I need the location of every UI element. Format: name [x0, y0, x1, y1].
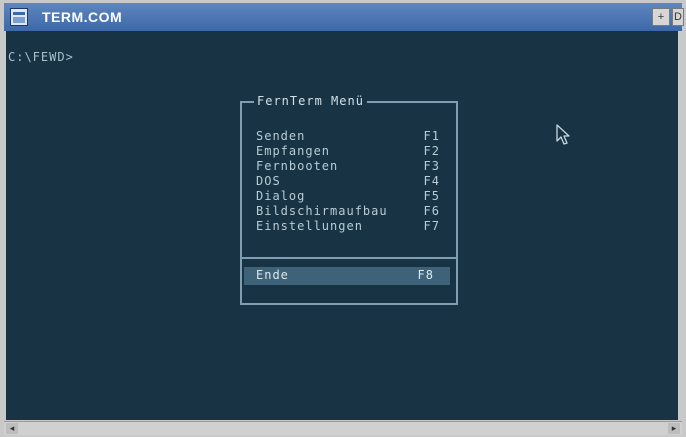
menu-item-label: Einstellungen — [256, 219, 363, 233]
menu-item-key: F5 — [423, 189, 440, 203]
menu-divider — [242, 257, 456, 259]
menu-item-fernbooten[interactable]: Fernbooten F3 — [256, 159, 446, 175]
app-window-icon[interactable] — [10, 8, 28, 26]
menu-item-empfangen[interactable]: Empfangen F2 — [256, 144, 446, 160]
menu-item-key: F1 — [423, 129, 440, 143]
menu-item-label: Fernbooten — [256, 159, 339, 173]
terminal-window: TERM.COM + D C:\FEWD> FernTerm Menü Send… — [0, 0, 686, 437]
menu-item-label: Empfangen — [256, 144, 331, 158]
terminal-screen[interactable]: C:\FEWD> FernTerm Menü Senden F1 Empfang… — [6, 31, 678, 420]
scroll-left-icon[interactable]: ◂ — [6, 423, 18, 434]
window-button-plus[interactable]: + — [652, 8, 670, 26]
menu-item-key: F8 — [417, 268, 434, 282]
mouse-pointer-icon — [556, 124, 570, 145]
menu-item-einstellungen[interactable]: Einstellungen F7 — [256, 219, 446, 235]
menu-item-dos[interactable]: DOS F4 — [256, 174, 446, 190]
title-bar[interactable]: TERM.COM + D — [4, 3, 684, 31]
scroll-right-icon[interactable]: ▸ — [668, 423, 680, 434]
menu-item-label: Ende — [256, 268, 289, 282]
menu-item-bildschirmaufbau[interactable]: Bildschirmaufbau F6 — [256, 204, 446, 220]
dos-prompt: C:\FEWD> — [8, 50, 74, 64]
menu-item-dialog[interactable]: Dialog F5 — [256, 189, 446, 205]
menu-item-ende[interactable]: Ende F8 — [244, 267, 450, 285]
window-button-d[interactable]: D — [672, 8, 684, 26]
menu-item-label: Bildschirmaufbau — [256, 204, 388, 218]
menu-title: FernTerm Menü — [254, 94, 367, 108]
menu-item-senden[interactable]: Senden F1 — [256, 129, 446, 145]
menu-item-key: F3 — [423, 159, 440, 173]
horizontal-scrollbar[interactable]: ◂ ▸ — [4, 421, 682, 435]
menu-item-label: Dialog — [256, 189, 306, 203]
menu-item-key: F2 — [423, 144, 440, 158]
menu-item-key: F6 — [423, 204, 440, 218]
menu-item-label: Senden — [256, 129, 306, 143]
menu-item-key: F7 — [423, 219, 440, 233]
menu-item-key: F4 — [423, 174, 440, 188]
fernterm-menu: FernTerm Menü Senden F1 Empfangen F2 Fer… — [240, 94, 458, 305]
menu-item-label: DOS — [256, 174, 281, 188]
window-title: TERM.COM — [42, 9, 123, 25]
